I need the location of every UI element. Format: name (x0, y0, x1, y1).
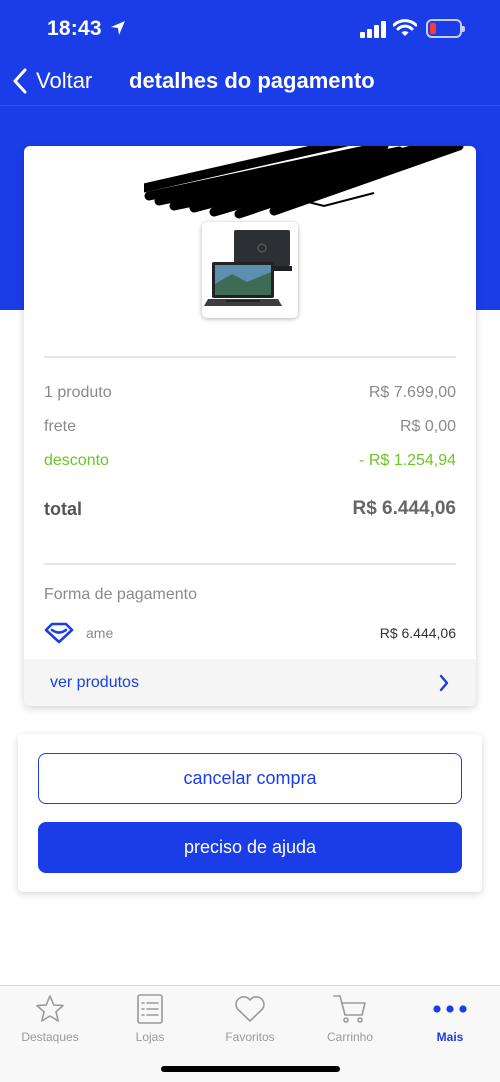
summary-row-total: total R$ 6.444,06 (44, 498, 456, 520)
total-value: R$ 6.444,06 (352, 498, 456, 519)
status-bar: 18:43 (0, 0, 500, 56)
total-label: total (44, 498, 82, 519)
more-icon (433, 1005, 467, 1013)
back-button[interactable]: Voltar (12, 66, 92, 96)
divider (44, 563, 456, 565)
tab-label: Mais (436, 1030, 464, 1044)
tab-favoritos[interactable]: Favoritos (200, 992, 300, 1044)
heart-icon (235, 996, 265, 1022)
home-indicator[interactable] (161, 1066, 340, 1072)
discount-value: - R$ 1.254,94 (359, 452, 456, 469)
payment-method-name: ame (86, 625, 114, 641)
chevron-right-icon (439, 674, 449, 691)
redaction-scribble (144, 146, 464, 219)
tab-mais[interactable]: Mais (400, 992, 500, 1044)
cart-icon (333, 995, 366, 1023)
order-summary-card: 1 produto R$ 7.699,00 frete R$ 0,00 desc… (24, 146, 476, 706)
tab-lojas[interactable]: Lojas (100, 992, 200, 1044)
shipping-value: R$ 0,00 (399, 418, 456, 435)
page-title: detalhes do pagamento (129, 68, 375, 93)
chevron-left-icon (13, 68, 27, 94)
products-value: R$ 7.699,00 (368, 384, 456, 401)
view-products-button[interactable]: ver produtos (24, 659, 476, 706)
summary-row-products: 1 produto R$ 7.699,00 (44, 384, 456, 402)
navigation-bar: Voltar detalhes do pagamento (0, 56, 500, 106)
tab-label: Carrinho (326, 1030, 374, 1044)
laptop-image (204, 230, 292, 306)
star-icon (36, 995, 64, 1022)
cellular-signal-icon (360, 21, 386, 38)
payment-method-heading: Forma de pagamento (44, 586, 197, 603)
status-time: 18:43 (47, 17, 102, 40)
actions-card: cancelar compra preciso de ajuda (18, 734, 482, 892)
product-thumbnail[interactable] (202, 222, 298, 318)
wifi-icon (393, 19, 417, 36)
tab-label: Destaques (21, 1030, 79, 1044)
shipping-label: frete (44, 418, 77, 435)
cancel-order-button[interactable]: cancelar compra (38, 753, 462, 804)
tab-label: Lojas (135, 1030, 165, 1044)
tab-carrinho[interactable]: Carrinho (300, 992, 400, 1044)
need-help-button[interactable]: preciso de ajuda (38, 822, 462, 873)
summary-row-shipping: frete R$ 0,00 (44, 418, 456, 436)
tab-label: Favoritos (225, 1030, 275, 1044)
summary-row-discount: desconto - R$ 1.254,94 (44, 452, 456, 470)
list-icon (137, 994, 163, 1024)
ame-logo-icon (44, 622, 74, 644)
back-label: Voltar (36, 68, 93, 93)
payment-method-row: ame R$ 6.444,06 (44, 620, 456, 646)
tab-destaques[interactable]: Destaques (0, 992, 100, 1044)
location-arrow-icon (111, 21, 125, 35)
payment-amount: R$ 6.444,06 (379, 625, 456, 641)
view-products-label: ver produtos (50, 673, 139, 691)
discount-label: desconto (44, 452, 109, 469)
battery-icon (426, 19, 465, 38)
divider (44, 356, 456, 358)
products-label: 1 produto (44, 384, 112, 401)
